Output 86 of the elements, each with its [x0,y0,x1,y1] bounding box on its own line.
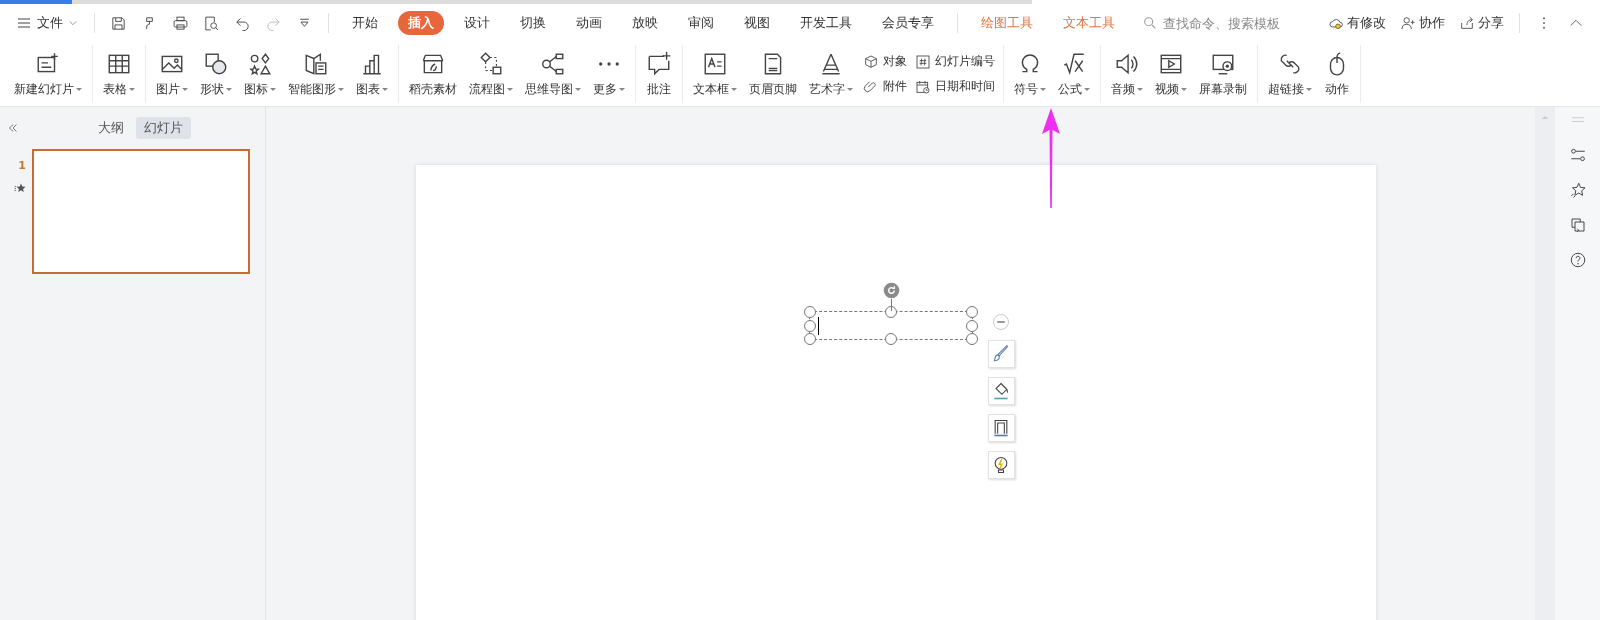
collapse-panel-icon[interactable] [6,121,20,135]
print-preview-icon[interactable] [203,14,220,32]
ribbon-tool[interactable]: 文本框 [687,48,743,100]
resize-handle[interactable] [965,319,978,332]
menu-tab[interactable]: 审阅 [678,11,724,35]
ribbon-tool[interactable]: 日期和时间 [915,78,995,95]
search-icon [1142,15,1158,31]
menu-tab[interactable]: 切换 [510,11,556,35]
ribbon-tool[interactable]: 流程图 [463,48,519,100]
save-icon[interactable] [110,14,127,32]
ribbon-tool[interactable]: 页眉页脚 [743,48,803,100]
ribbon-tool[interactable]: 智能图形 [282,48,350,100]
ribbon-tool[interactable]: 音频 [1105,48,1149,100]
scrollbar[interactable] [1535,107,1555,620]
ribbon-tool[interactable]: 表格 [97,48,141,100]
ribbon-tool[interactable]: 图表 [350,48,394,100]
rotate-handle[interactable] [882,282,900,299]
idea-button[interactable] [987,451,1015,479]
border-button[interactable] [987,414,1015,442]
swap-icon[interactable] [1568,216,1587,234]
fill-button[interactable] [987,377,1015,405]
resize-handle[interactable] [803,333,816,345]
help-icon[interactable] [1568,251,1587,269]
fill-bucket-icon [991,381,1011,401]
resize-handle[interactable] [884,333,897,345]
share-icon [1459,15,1475,31]
add-person-icon [1400,15,1416,31]
more-icon [599,61,619,66]
toolbar-action[interactable]: 有修改 [1328,14,1386,32]
menu-tab[interactable]: 设计 [454,11,500,35]
cube-icon [863,53,879,70]
resize-handle[interactable] [965,306,978,318]
star-icon[interactable] [1568,181,1587,199]
resize-handle[interactable] [884,306,897,318]
ribbon-tool[interactable]: 更多 [587,48,631,100]
ribbon-tool[interactable]: 屏幕录制 [1193,48,1253,100]
paperclip-icon [863,78,879,95]
ribbon-tool[interactable]: 附件 [863,78,907,95]
hash-icon [915,53,931,70]
chevron-icon [68,18,78,28]
ribbon-tool[interactable]: 稻壳素材 [403,48,463,100]
border-icon [991,418,1011,438]
menu-tab[interactable]: 会员专享 [872,11,944,35]
flowchart-icon [478,50,504,77]
ribbon-tool[interactable]: 思维导图 [519,48,587,100]
menu-tab[interactable]: 开发工具 [790,11,862,35]
panel-tab[interactable]: 幻灯片 [136,117,191,139]
ribbon-tool[interactable]: 新建幻灯片 [8,48,88,100]
ribbon-tool[interactable]: 形状 [194,48,238,100]
comment-icon [646,50,672,77]
resize-handle[interactable] [965,333,978,345]
ribbon-tool[interactable]: 动作 [1318,48,1356,100]
collapse-icon[interactable] [992,313,1010,331]
panel-tab[interactable]: 大纲 [90,117,132,139]
sliders-icon[interactable] [1568,146,1587,164]
menu-tab[interactable]: 动画 [566,11,612,35]
file-menu[interactable]: 文件 [10,11,84,35]
animation-star-icon [14,182,26,194]
ribbon-tool[interactable]: 幻灯片编号 [915,53,995,70]
calendar-icon [915,78,931,95]
ribbon-tool[interactable]: 对象 [863,53,907,70]
ribbon-tool[interactable]: 图片 [150,48,194,100]
toolbar-action[interactable]: 协作 [1400,14,1445,32]
book-grid-icon [303,50,329,77]
icon-set-icon [247,50,273,77]
toolbar-action[interactable]: 分享 [1459,14,1504,32]
menu-tab[interactable]: 开始 [342,11,388,35]
brush-icon [991,344,1011,364]
text-cursor [817,317,819,335]
ribbon-tool[interactable]: 批注 [640,48,678,100]
resize-handle[interactable] [803,319,816,332]
menu-tab[interactable]: 放映 [622,11,668,35]
menu-icon [16,15,32,31]
menu-tab[interactable]: 视图 [734,11,780,35]
ribbon-tool[interactable]: 图标 [238,48,282,100]
slide-number: 1 [18,159,26,172]
ribbon-tool[interactable]: 艺术字 [803,48,859,100]
search-field[interactable]: 查找命令、搜索模板 [1142,14,1315,32]
ribbon-tool[interactable]: 符号 [1008,48,1052,100]
ribbon-tool[interactable]: 公式 [1052,48,1096,100]
print-icon[interactable] [172,14,189,32]
ribbon-tool[interactable]: 视频 [1149,48,1193,100]
slide-thumbnail[interactable] [32,149,250,274]
resize-handle[interactable] [803,306,816,318]
ribbon-tool[interactable]: 超链接 [1262,48,1318,100]
brush-button[interactable] [987,340,1015,368]
